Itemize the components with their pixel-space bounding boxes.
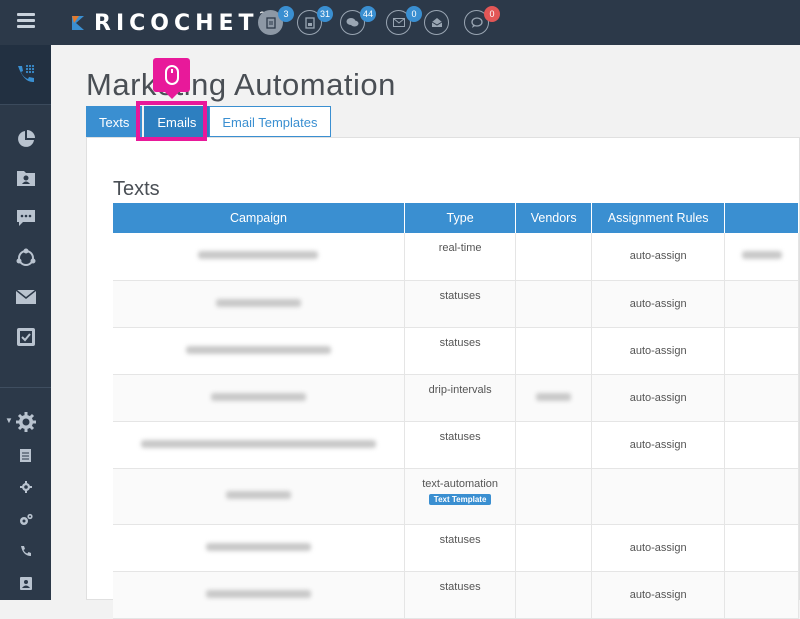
campaign-cell[interactable]	[113, 233, 405, 281]
campaign-cell[interactable]	[113, 327, 405, 375]
extra-cell	[724, 327, 799, 375]
table-row[interactable]: drip-intervals auto-assign	[113, 374, 799, 422]
vendors-cell	[515, 327, 593, 375]
rules-cell: auto-assign	[591, 280, 726, 328]
type-cell: statuses	[404, 327, 517, 375]
page-title: Marketing Automation	[86, 67, 396, 102]
section-title: Texts	[113, 178, 160, 200]
sms-icon[interactable]	[0, 209, 51, 227]
tab-texts[interactable]: Texts	[86, 106, 143, 137]
type-cell: real-time	[404, 233, 517, 281]
text-template-tag: Text Template	[428, 493, 492, 505]
type-cell: statuses	[404, 524, 517, 572]
mail-icon[interactable]: 0	[386, 6, 422, 35]
vendors-cell	[515, 374, 593, 422]
campaign-cell[interactable]	[113, 571, 405, 619]
rules-cell: auto-assign	[591, 233, 726, 281]
table-row[interactable]: text-automation Text Template	[113, 468, 799, 525]
document-icon[interactable]: 3	[258, 6, 294, 35]
vendors-cell	[515, 468, 593, 525]
campaign-cell[interactable]	[113, 421, 405, 469]
rules-cell	[591, 468, 726, 525]
chat-icon[interactable]: 0	[464, 6, 500, 35]
envelope-icon[interactable]	[0, 290, 51, 304]
extra-cell	[724, 421, 799, 469]
notification-badge: 3	[278, 6, 294, 22]
mouse-icon	[164, 65, 179, 85]
ricochet-logo[interactable]: RICOCHET 360	[70, 10, 275, 36]
rules-cell: auto-assign	[591, 421, 726, 469]
network-icon[interactable]	[0, 248, 51, 268]
rules-cell: auto-assign	[591, 571, 726, 619]
contact-folder-icon[interactable]	[0, 169, 51, 187]
tab-email-templates[interactable]: Email Templates	[209, 106, 331, 137]
table-row[interactable]: statuses auto-assign	[113, 524, 799, 572]
vendors-cell	[515, 571, 593, 619]
table-header-row: Campaign Type Vendors Assignment Rules	[113, 203, 799, 233]
top-bar: RICOCHET 360 3 31 44 0 0	[0, 0, 800, 45]
dialer-button[interactable]	[0, 45, 51, 105]
document-icon[interactable]	[0, 449, 51, 462]
pie-chart-icon[interactable]	[0, 129, 51, 149]
type-cell: statuses	[404, 280, 517, 328]
phone-icon[interactable]	[0, 545, 51, 557]
campaign-cell[interactable]	[113, 374, 405, 422]
extra-cell	[724, 468, 799, 525]
notification-badge: 0	[406, 6, 422, 22]
column-header-type[interactable]: Type	[404, 203, 517, 233]
campaign-cell[interactable]	[113, 468, 405, 525]
contact-card-icon[interactable]	[0, 577, 51, 590]
campaigns-panel: Texts Campaign Type Vendors Assignment R…	[86, 137, 800, 619]
column-header-campaign[interactable]: Campaign	[113, 203, 405, 233]
small-gear-icon[interactable]	[0, 481, 51, 493]
extra-cell	[724, 233, 799, 281]
extra-cell	[724, 280, 799, 328]
chat-bubbles-icon[interactable]: 44	[340, 6, 376, 35]
vendors-cell	[515, 233, 593, 281]
type-cell: statuses	[404, 421, 517, 469]
rules-cell: auto-assign	[591, 374, 726, 422]
logo-mark-icon	[70, 14, 86, 32]
mouse-click-marker	[153, 58, 190, 99]
column-header-vendors[interactable]: Vendors	[515, 203, 593, 233]
vendors-cell	[515, 421, 593, 469]
rules-cell: auto-assign	[591, 327, 726, 375]
notification-badge: 31	[316, 6, 333, 22]
vendors-cell	[515, 280, 593, 328]
column-header-extra	[724, 203, 799, 233]
type-cell: drip-intervals	[404, 374, 517, 422]
logo-text: RICOCHET	[94, 10, 259, 36]
column-header-assignment-rules[interactable]: Assignment Rules	[591, 203, 726, 233]
vendors-cell	[515, 524, 593, 572]
sidebar: ▼	[0, 45, 51, 600]
table-row[interactable]: statuses auto-assign	[113, 421, 799, 469]
campaign-cell[interactable]	[113, 524, 405, 572]
tab-bar: Texts Emails Email Templates	[86, 106, 331, 137]
table-row[interactable]: statuses auto-assign	[113, 280, 799, 328]
type-cell: text-automation Text Template	[404, 468, 517, 525]
image-doc-icon[interactable]: 31	[297, 6, 333, 35]
rules-cell: auto-assign	[591, 524, 726, 572]
campaigns-table: Campaign Type Vendors Assignment Rules r…	[113, 203, 799, 619]
phone-dial-icon	[0, 63, 51, 87]
type-label: text-automation	[422, 477, 499, 490]
notification-badge: 44	[359, 6, 376, 22]
click-highlight-box	[136, 101, 207, 141]
type-cell: statuses	[404, 571, 517, 619]
extra-cell	[724, 524, 799, 572]
gears-icon[interactable]	[0, 513, 51, 526]
campaign-cell[interactable]	[113, 280, 405, 328]
extra-cell	[724, 374, 799, 422]
extra-cell	[724, 571, 799, 619]
table-row[interactable]: statuses auto-assign	[113, 327, 799, 375]
checkbox-icon[interactable]	[0, 327, 51, 347]
hamburger-menu-icon[interactable]	[17, 13, 35, 28]
open-mail-icon[interactable]	[424, 10, 449, 35]
table-row[interactable]: statuses auto-assign	[113, 571, 799, 619]
table-row[interactable]: real-time auto-assign	[113, 233, 799, 281]
gear-icon[interactable]: ▼	[0, 411, 51, 433]
notification-badge: 0	[484, 6, 500, 22]
